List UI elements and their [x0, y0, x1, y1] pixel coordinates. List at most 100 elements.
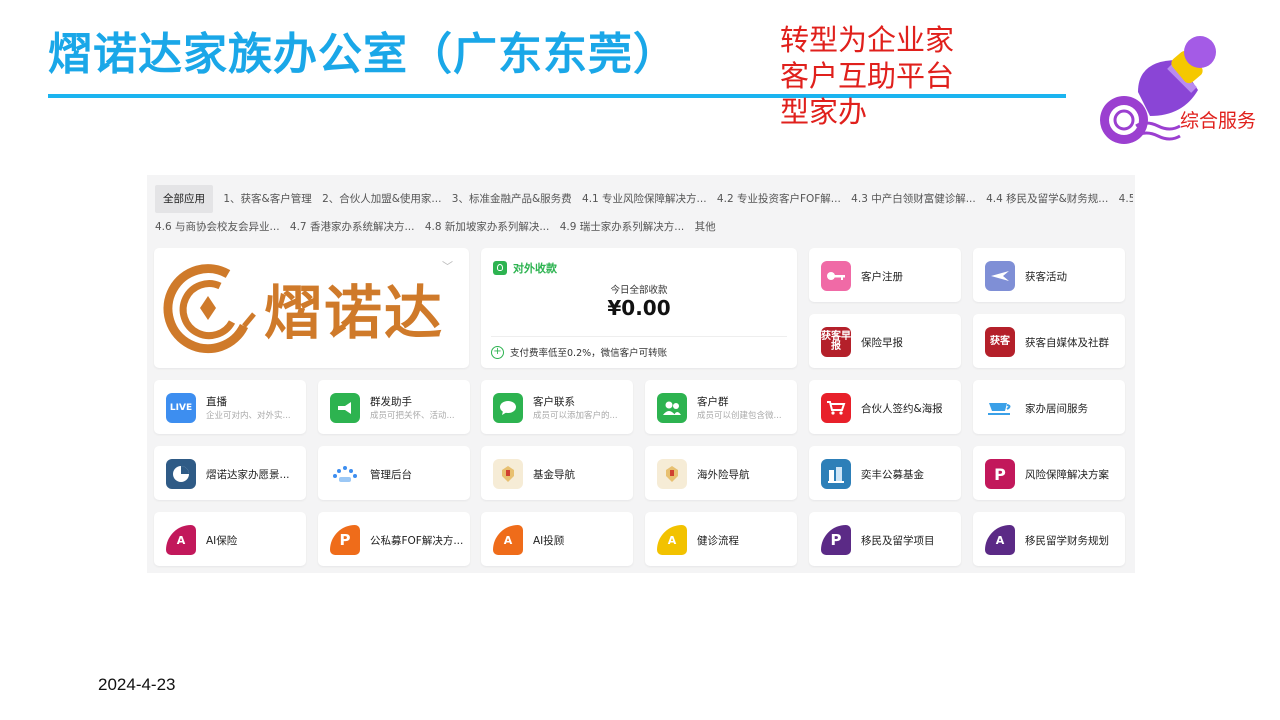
app-customer-group[interactable]: 客户群 成员可以创建包含微... — [645, 380, 797, 434]
app-partner-signing[interactable]: 合伙人签约&海报 — [809, 380, 961, 434]
chevron-down-icon[interactable]: ﹀ — [442, 258, 453, 274]
act-a-icon: A — [657, 525, 687, 555]
app-ai-advisor[interactable]: A AI投顾 — [481, 512, 633, 566]
pin-icon — [493, 459, 523, 489]
tab-other[interactable]: 其他 — [695, 213, 716, 241]
app-name: AI保险 — [206, 535, 238, 547]
act-a-icon: A — [166, 525, 196, 555]
app-acquisition-events[interactable]: 获客活动 — [973, 248, 1125, 302]
app-name: 群发助手 — [370, 396, 412, 408]
today-label: 今日全部收款 — [610, 285, 668, 296]
app-self-media[interactable]: 获客 获客自媒体及社群 — [973, 314, 1125, 368]
red-note-line-3: 型家办 — [780, 95, 868, 129]
app-name: 风险保障解决方案 — [1025, 469, 1109, 481]
payment-card[interactable]: 对外收款 今日全部收款 ¥0.00 + 支付费率低至0.2%，微信客户可转账 — [481, 248, 797, 368]
app-name: 熠诺达家办愿景... — [206, 469, 290, 481]
app-name: 家办居间服务 — [1025, 403, 1088, 415]
huoke-chip-icon: 获客早报 — [821, 327, 851, 357]
plane-icon — [985, 261, 1015, 291]
chat-bubble-icon — [493, 393, 523, 423]
app-name: 奕丰公募基金 — [861, 469, 924, 481]
app-immigration-finance[interactable]: A 移民留学财务规划 — [973, 512, 1125, 566]
plan-p-icon: P — [985, 459, 1015, 489]
app-insurance-morning-report[interactable]: 获客早报 保险早报 — [809, 314, 961, 368]
app-name: 获客活动 — [1025, 271, 1067, 283]
today-amount: ¥0.00 — [607, 296, 671, 320]
huoke-media-icon: 获客 — [985, 327, 1015, 357]
pie-chart-icon — [166, 459, 196, 489]
app-desc: 成员可以创建包含微... — [697, 411, 782, 421]
live-icon: LIVE — [166, 393, 196, 423]
stamp-label: 综合服务 — [1180, 110, 1257, 132]
app-mass-message[interactable]: 群发助手 成员可把关怀、活动... — [318, 380, 470, 434]
act-a-icon: A — [493, 525, 523, 555]
app-name: AI投顾 — [533, 535, 565, 547]
act-a-icon: A — [985, 525, 1015, 555]
app-name: 客户联系 — [533, 396, 575, 408]
buildings-icon — [821, 459, 851, 489]
pin-icon — [657, 459, 687, 489]
tab-immigration-study[interactable]: 4.4 移民及留学&财务规... — [986, 185, 1108, 213]
plan-p-icon: P — [330, 525, 360, 555]
slide-date: 2024-4-23 — [98, 675, 176, 694]
app-immigration-project[interactable]: P 移民及留学项目 — [809, 512, 961, 566]
tab-swiss-office[interactable]: 4.9 瑞士家办系列解决方... — [560, 213, 685, 241]
app-overseas-insurance[interactable]: 海外险导航 — [645, 446, 797, 500]
brand-logo-icon — [163, 264, 256, 354]
tab-medical-resources[interactable]: 4.5 高客医疗资源解决方... — [1119, 185, 1133, 213]
app-ai-insurance[interactable]: A AI保险 — [154, 512, 306, 566]
app-public-fund[interactable]: 奕丰公募基金 — [809, 446, 961, 500]
cart-icon — [821, 393, 851, 423]
app-name: 客户群 — [697, 396, 729, 408]
payment-note[interactable]: + 支付费率低至0.2%，微信客户可转账 — [491, 345, 667, 359]
tab-standard-finance[interactable]: 3、标准金融产品&服务费 — [452, 185, 572, 213]
red-note-line-2: 客户互助平台 — [780, 59, 955, 93]
app-fund-navigation[interactable]: 基金导航 — [481, 446, 633, 500]
app-vision[interactable]: 熠诺达家办愿景... — [154, 446, 306, 500]
app-fof-solution[interactable]: P 公私募FOF解决方... — [318, 512, 470, 566]
tab-wealth-checkup[interactable]: 4.3 中产白领财富健诊解... — [851, 185, 976, 213]
app-name: 公私募FOF解决方... — [370, 535, 464, 547]
app-name: 管理后台 — [370, 469, 412, 481]
category-tabs: 全部应用 1、获客&客户管理 2、合伙人加盟&使用家... 3、标准金融产品&服… — [155, 185, 1133, 241]
app-name: 移民留学财务规划 — [1025, 535, 1109, 547]
tab-hongkong-office[interactable]: 4.7 香港家办系统解决方... — [290, 213, 415, 241]
app-live[interactable]: LIVE 直播 企业可对内、对外实... — [154, 380, 306, 434]
group-icon — [657, 393, 687, 423]
tab-investment-fof[interactable]: 4.2 专业投资客户FOF解... — [717, 185, 841, 213]
app-name: 健诊流程 — [697, 535, 739, 547]
page-title: 熠诺达家族办公室（广东东莞） — [48, 29, 678, 80]
tab-risk-protection[interactable]: 4.1 专业风险保障解决方... — [582, 185, 707, 213]
divider — [491, 336, 787, 337]
slide-red-note: 转型为企业家 客户互助平台 型家办 — [780, 22, 954, 130]
tab-partner-join[interactable]: 2、合伙人加盟&使用家... — [322, 185, 441, 213]
payment-note-text: 支付费率低至0.2%，微信客户可转账 — [510, 348, 668, 359]
brand-logo-text: 熠诺达 — [264, 279, 445, 347]
megaphone-icon — [330, 393, 360, 423]
cloud-dots-icon — [330, 459, 360, 489]
app-screenshot: 全部应用 1、获客&客户管理 2、合伙人加盟&使用家... 3、标准金融产品&服… — [147, 175, 1135, 573]
app-customer-register[interactable]: 客户注册 — [809, 248, 961, 302]
tab-singapore-office[interactable]: 4.8 新加坡家办系列解决... — [425, 213, 550, 241]
red-note-line-1: 转型为企业家 — [780, 23, 955, 57]
tab-chamber-alumni[interactable]: 4.6 与商协会校友会异业... — [155, 213, 280, 241]
app-checkup-flow[interactable]: A 健诊流程 — [645, 512, 797, 566]
add-circle-icon: + — [491, 345, 504, 359]
plan-p-icon: P — [821, 525, 851, 555]
tab-customer-management[interactable]: 1、获客&客户管理 — [223, 185, 311, 213]
app-name: 客户注册 — [861, 271, 903, 283]
payment-header: 对外收款 — [493, 260, 557, 276]
app-customer-contact[interactable]: 客户联系 成员可以添加客户的... — [481, 380, 633, 434]
app-name: 直播 — [206, 396, 227, 408]
app-name: 移民及留学项目 — [861, 535, 935, 547]
tab-all-apps[interactable]: 全部应用 — [155, 185, 213, 213]
brand-logo-card[interactable]: 熠诺达 ﹀ — [154, 248, 469, 368]
app-risk-protection[interactable]: P 风险保障解决方案 — [973, 446, 1125, 500]
app-family-office-service[interactable]: 家办居间服务 — [973, 380, 1125, 434]
app-name: 合伙人签约&海报 — [861, 403, 943, 415]
key-icon — [821, 261, 851, 291]
app-admin-console[interactable]: 管理后台 — [318, 446, 470, 500]
app-desc: 企业可对内、对外实... — [206, 411, 291, 421]
cup-icon — [985, 393, 1015, 423]
app-name: 海外险导航 — [697, 469, 750, 481]
